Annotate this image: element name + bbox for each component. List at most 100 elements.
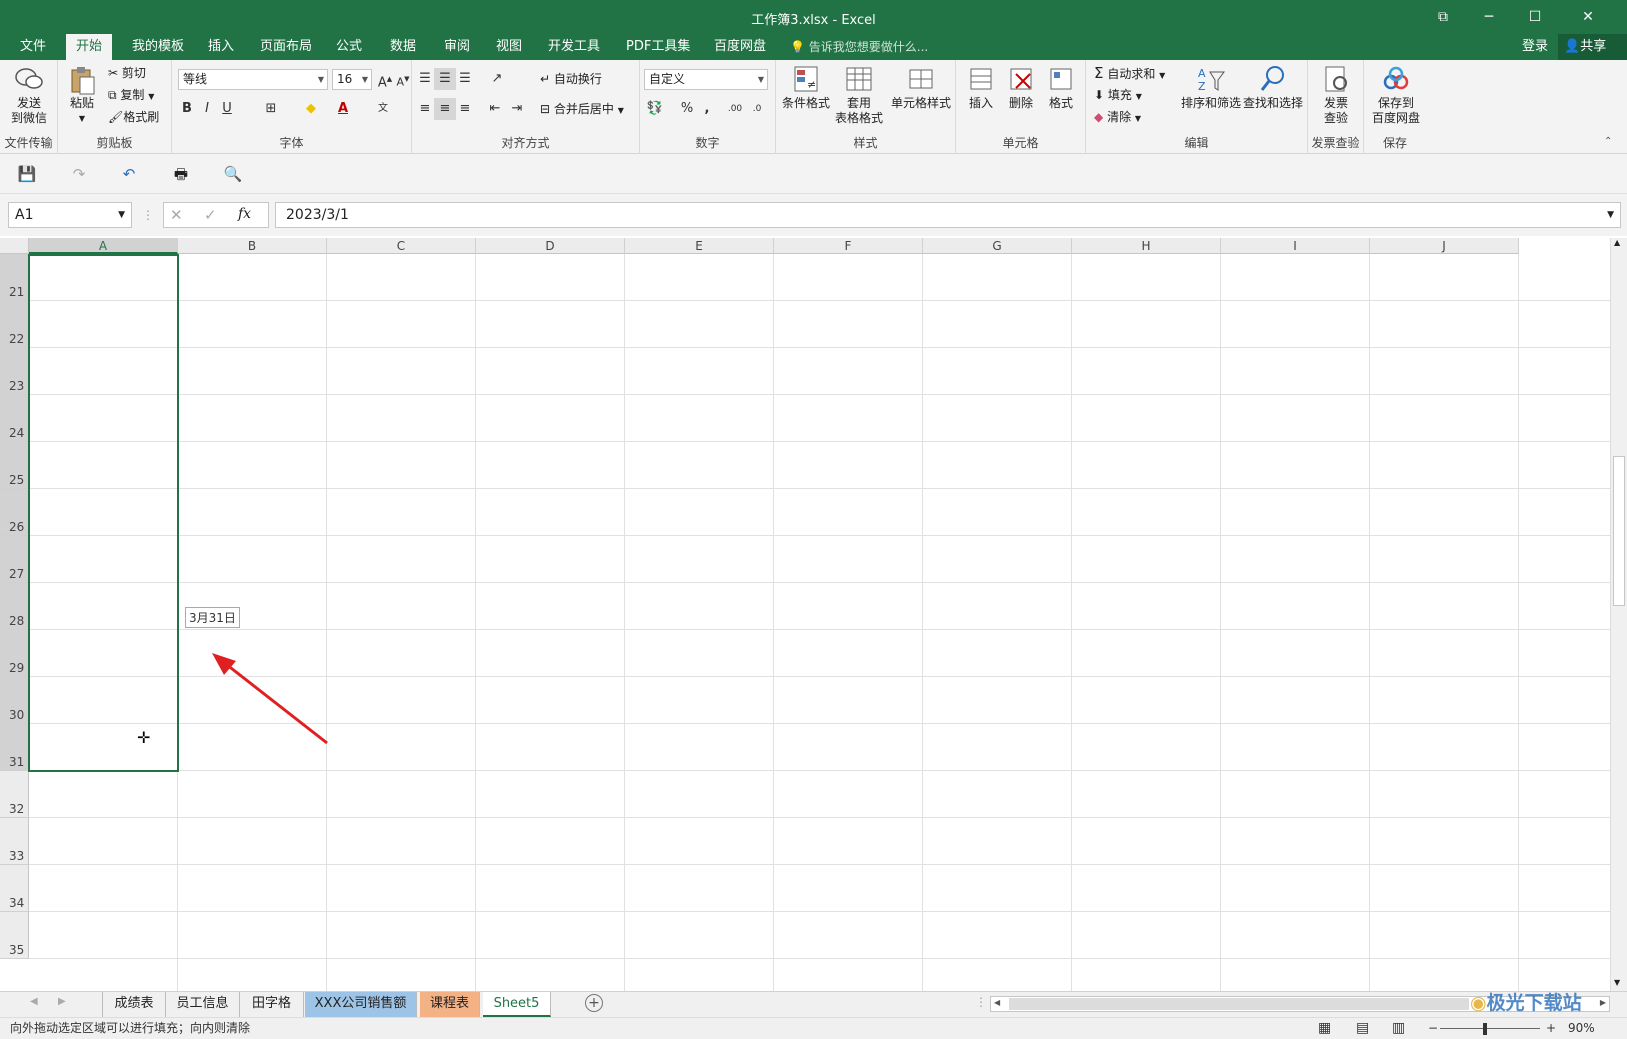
row-header-27[interactable]: 27	[0, 536, 29, 583]
merge-center-button[interactable]: ⊟ 合并后居中 ▼	[540, 99, 624, 119]
name-box[interactable]: A1 ▼	[8, 202, 132, 228]
ribbon-display-icon[interactable]: ⧉	[1420, 0, 1466, 34]
save-to-netdisk-button[interactable]: 保存到 百度网盘	[1368, 64, 1424, 126]
find-select-button[interactable]: 查找和选择	[1242, 64, 1304, 111]
paste-dropdown-icon[interactable]: ▼	[62, 111, 102, 126]
tab-file[interactable]: 文件	[10, 34, 56, 60]
save-icon[interactable]: 💾	[14, 163, 40, 185]
formula-input[interactable]: 2023/3/1 ▼	[275, 202, 1621, 228]
clear-button[interactable]: ◆ 清除 ▼	[1094, 107, 1141, 127]
row-header-25[interactable]: 25	[0, 442, 29, 489]
row-header-26[interactable]: 26	[0, 489, 29, 536]
orientation-icon[interactable]: ↗	[486, 68, 508, 90]
scroll-up-icon[interactable]: ▲	[1614, 238, 1620, 247]
zoom-slider[interactable]	[1440, 1028, 1540, 1029]
phonetic-icon[interactable]: 文	[372, 98, 394, 120]
send-to-wechat-button[interactable]: 发送 到微信	[6, 64, 52, 126]
sheet-tab-schedule[interactable]: 课程表	[420, 992, 480, 1017]
align-left-icon[interactable]: ≡	[414, 98, 436, 120]
column-header-d[interactable]: D	[476, 238, 625, 254]
column-header-a[interactable]: A	[29, 238, 178, 254]
zoom-out-icon[interactable]: −	[1428, 1018, 1438, 1039]
vertical-scroll-thumb[interactable]	[1613, 456, 1625, 606]
tab-formulas[interactable]: 公式	[326, 34, 372, 60]
column-header-h[interactable]: H	[1072, 238, 1221, 254]
close-button[interactable]: ✕	[1565, 0, 1611, 34]
tab-baidu-netdisk[interactable]: 百度网盘	[704, 34, 776, 60]
align-right-icon[interactable]: ≡	[454, 98, 476, 120]
row-header-24[interactable]: 24	[0, 395, 29, 442]
conditional-format-button[interactable]: ≠ 条件格式	[780, 64, 832, 111]
font-size-combo[interactable]: 16 ▼	[332, 69, 372, 90]
add-sheet-icon[interactable]: +	[585, 994, 603, 1012]
percent-icon[interactable]: %	[676, 98, 698, 120]
column-header-g[interactable]: G	[923, 238, 1072, 254]
sheet-tab-grid-paper[interactable]: 田字格	[240, 992, 304, 1017]
fill-color-icon[interactable]: ◆	[300, 98, 322, 120]
column-header-c[interactable]: C	[327, 238, 476, 254]
format-as-table-button[interactable]: 套用 表格格式	[832, 64, 886, 126]
insert-cells-button[interactable]: 插入	[962, 64, 1000, 111]
row-header-21[interactable]: 21	[0, 254, 29, 301]
column-header-i[interactable]: I	[1221, 238, 1370, 254]
row-header-28[interactable]: 28	[0, 583, 29, 630]
italic-button[interactable]: I	[196, 98, 218, 120]
scroll-down-icon[interactable]: ▼	[1614, 978, 1620, 987]
insert-function-icon[interactable]: fx	[238, 206, 251, 222]
selected-range[interactable]	[28, 254, 179, 772]
wrap-text-button[interactable]: ↵ 自动换行	[540, 69, 602, 89]
row-header-23[interactable]: 23	[0, 348, 29, 395]
number-format-combo[interactable]: 自定义 ▼	[644, 69, 768, 90]
align-bottom-icon[interactable]: ☰	[454, 68, 476, 90]
page-break-view-icon[interactable]: ▥	[1392, 1018, 1405, 1039]
align-center-icon[interactable]: ≡	[434, 98, 456, 120]
underline-button[interactable]: U	[216, 98, 238, 120]
cell-styles-button[interactable]: 单元格样式	[888, 64, 954, 111]
row-header-22[interactable]: 22	[0, 301, 29, 348]
login-link[interactable]: 登录	[1522, 34, 1548, 60]
tab-view[interactable]: 视图	[486, 34, 532, 60]
row-header-30[interactable]: 30	[0, 677, 29, 724]
prev-sheet-icon[interactable]: ◀	[30, 996, 38, 1007]
row-header-31[interactable]: 31	[0, 724, 29, 771]
align-top-icon[interactable]: ☰	[414, 68, 436, 90]
confirm-icon[interactable]: ✓	[204, 206, 217, 224]
tab-pdf-tools[interactable]: PDF工具集	[616, 34, 700, 60]
redo-icon[interactable]: ↷	[66, 163, 92, 185]
sheet-tab-grades[interactable]: 成绩表	[102, 992, 166, 1017]
row-header-32[interactable]: 32	[0, 771, 29, 818]
increase-indent-icon[interactable]: ⇥	[506, 98, 528, 120]
sheet-tab-sheet5[interactable]: Sheet5	[483, 992, 551, 1017]
sort-filter-button[interactable]: AZ 排序和筛选	[1180, 64, 1242, 111]
paste-button[interactable]: 粘贴 ▼	[62, 64, 102, 126]
next-sheet-icon[interactable]: ▶	[58, 996, 66, 1007]
column-header-e[interactable]: E	[625, 238, 774, 254]
zoom-slider-thumb[interactable]	[1483, 1023, 1487, 1035]
invoice-check-button[interactable]: 发票 查验	[1314, 64, 1358, 126]
tab-data[interactable]: 数据	[380, 34, 426, 60]
tab-developer[interactable]: 开发工具	[538, 34, 610, 60]
collapse-ribbon-icon[interactable]: ⌃	[1604, 136, 1612, 147]
bold-button[interactable]: B	[176, 98, 198, 120]
fill-button[interactable]: ⬇ 填充 ▼	[1094, 85, 1142, 105]
format-cells-button[interactable]: 格式	[1042, 64, 1080, 111]
minimize-button[interactable]: ─	[1466, 0, 1512, 34]
tab-my-templates[interactable]: 我的模板	[122, 34, 194, 60]
cancel-icon[interactable]: ✕	[170, 206, 183, 224]
decrease-indent-icon[interactable]: ⇤	[484, 98, 506, 120]
page-layout-view-icon[interactable]: ▤	[1356, 1018, 1369, 1039]
column-header-f[interactable]: F	[774, 238, 923, 254]
row-header-35[interactable]: 35	[0, 912, 29, 959]
font-name-combo[interactable]: 等线 ▼	[178, 69, 328, 90]
undo-icon[interactable]: ↶	[116, 163, 142, 185]
comma-icon[interactable]: ,	[696, 98, 718, 120]
border-icon[interactable]: ⊞	[260, 98, 282, 120]
select-all-corner[interactable]	[0, 238, 29, 254]
delete-cells-button[interactable]: 删除	[1002, 64, 1040, 111]
print-preview-icon[interactable]: 🖶	[168, 163, 194, 185]
currency-icon[interactable]: 💱	[644, 98, 666, 120]
maximize-button[interactable]: ☐	[1512, 0, 1558, 34]
tab-insert[interactable]: 插入	[198, 34, 244, 60]
fill-handle-cursor-icon[interactable]: ✛	[137, 730, 151, 746]
tab-page-layout[interactable]: 页面布局	[250, 34, 322, 60]
